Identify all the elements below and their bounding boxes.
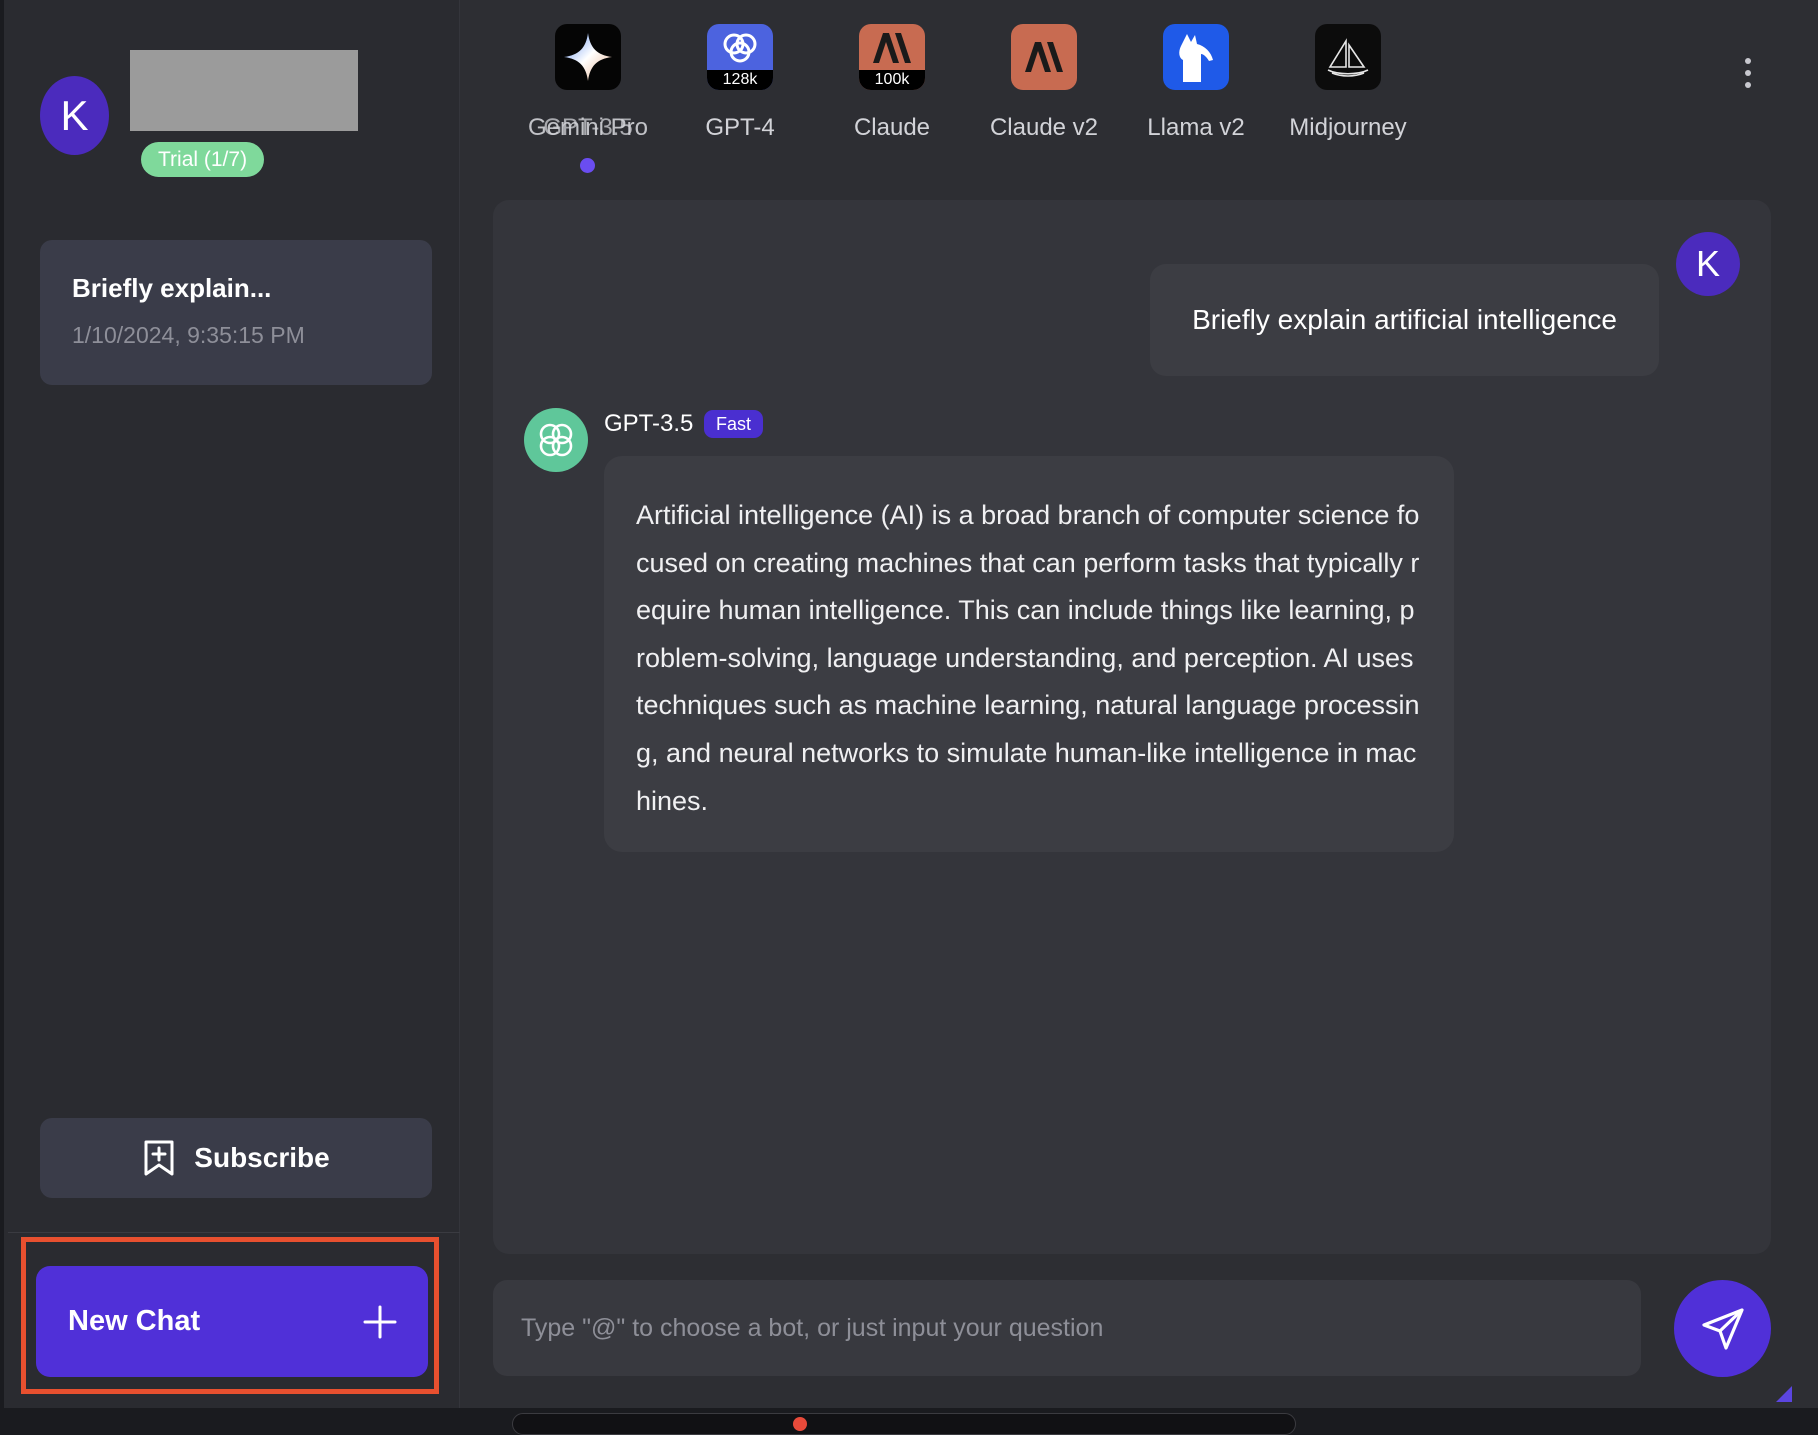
sidebar-divider (8, 1232, 460, 1233)
chat-history-time: 1/10/2024, 9:35:15 PM (72, 322, 305, 348)
bot-tab-label: GPT-4 (705, 114, 775, 141)
send-button[interactable] (1674, 1280, 1771, 1377)
bot-tab-label-secondary: GPT-3.5 (543, 114, 633, 141)
taskbar (512, 1413, 1296, 1435)
bot-tab-label: Claude (853, 114, 931, 141)
bot-tab-label: Midjourney (1289, 114, 1407, 141)
gemini-sparkle-icon (555, 24, 621, 90)
context-size-badge: 128k (707, 70, 773, 90)
sailboat-icon (1315, 24, 1381, 90)
fast-badge: Fast (704, 410, 764, 438)
profile-avatar[interactable]: K (40, 76, 109, 155)
openai-logo-icon (524, 408, 588, 472)
resize-grip[interactable] (1776, 1386, 1792, 1402)
trial-badge: Trial (1/7) (141, 142, 265, 177)
paper-plane-icon (1701, 1307, 1744, 1350)
bot-message-author: GPT-3.5 (604, 410, 694, 437)
taskbar-app-icon[interactable] (793, 1417, 807, 1431)
bot-tab-midjourney[interactable]: Midjourney (1272, 24, 1424, 184)
more-options-icon[interactable] (1742, 58, 1754, 96)
anthropic-logo-icon (1011, 24, 1077, 90)
message-input[interactable] (493, 1280, 1641, 1376)
llama-icon (1163, 24, 1229, 90)
subscribe-label: Subscribe (194, 1142, 330, 1173)
context-size-badge: 100k (859, 70, 925, 90)
bot-selector: Gemini Pro GPT-3.5 128k GPT-4 100k Claud… (460, 0, 1818, 190)
subscribe-button[interactable]: Subscribe (40, 1118, 432, 1198)
redacted-username (130, 50, 358, 131)
chat-history-item[interactable]: Briefly explain... 1/10/2024, 9:35:15 PM (40, 240, 432, 385)
bot-tab-label: Llama v2 (1147, 114, 1245, 141)
active-bot-indicator (580, 158, 595, 173)
user-message: Briefly explain artificial intelligence (1150, 264, 1659, 376)
bot-tab-label: Claude v2 (989, 114, 1099, 141)
new-chat-button[interactable]: New Chat (36, 1266, 428, 1377)
bot-tab-gpt-4[interactable]: 128k GPT-4 (664, 24, 816, 184)
sidebar: K Trial (1/7) Briefly explain... 1/10/20… (4, 0, 460, 1408)
bot-message: Artificial intelligence (AI) is a broad … (604, 456, 1454, 852)
bot-tab-claude-v2[interactable]: Claude v2 (968, 24, 1120, 184)
anthropic-logo-icon: 100k (859, 24, 925, 90)
chat-history-title: Briefly explain... (72, 273, 272, 303)
plus-icon (363, 1305, 397, 1338)
bookmark-plus-icon (144, 1140, 174, 1176)
openai-logo-icon: 128k (707, 24, 773, 90)
bot-tab-claude[interactable]: 100k Claude (816, 24, 968, 184)
user-avatar: K (1676, 232, 1740, 296)
bot-tab-llama-v2[interactable]: Llama v2 (1120, 24, 1272, 184)
new-chat-label: New Chat (68, 1305, 201, 1337)
